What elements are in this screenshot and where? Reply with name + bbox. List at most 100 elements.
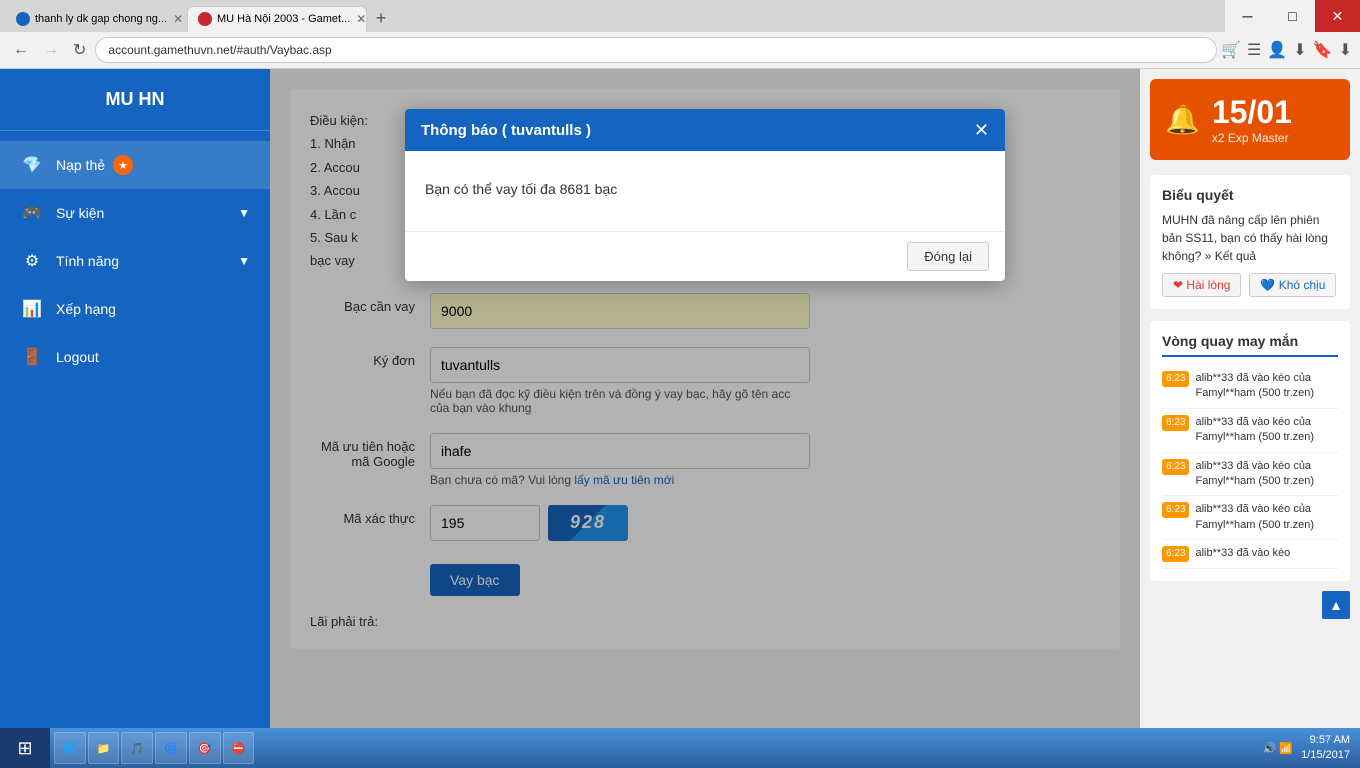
sidebar-logout-label: Logout [56,349,99,365]
lucky-badge-2: 6:23 [1162,415,1189,431]
su-kien-arrow: ▼ [238,206,250,220]
main-layout: MU HN 💎 Nạp thẻ ★ 🎮 Sự kiện ▼ ⚙ Tính năn… [0,69,1360,729]
modal-title: Thông báo ( tuvantulls ) [421,122,591,139]
lucky-text-5: alib**33 đã vào kéo [1195,546,1290,561]
add-tab-button[interactable]: + [369,7,393,31]
forward-button[interactable]: → [38,39,64,61]
modal: Thông báo ( tuvantulls ) ✕ Bạn có thể va… [405,109,1005,281]
lucky-text-4: alib**33 đã vào kéo của Famyl**ham (500 … [1195,502,1338,533]
close-button[interactable]: ✕ [1315,0,1360,32]
ranking-icon: 📊 [20,297,44,321]
taskbar-item-2[interactable]: 📁 [88,732,120,764]
nav-bar: ← → ↻ 🛒 ☰ 👤 ⬇ 🔖 ⬇ [0,32,1360,68]
list-item: 6:23 alib**33 đã vào kéo của Famyl**ham … [1162,496,1338,540]
modal-overlay: Thông báo ( tuvantulls ) ✕ Bạn có thể va… [270,69,1140,729]
list-item: 6:23 alib**33 đã vào kéo của Famyl**ham … [1162,409,1338,453]
sidebar-item-tinh-nang[interactable]: ⚙ Tính năng ▼ [0,237,270,285]
tab-1-label: thanh ly dk gap chong ng... [35,13,167,25]
modal-x-button[interactable]: ✕ [974,121,989,139]
lucky-text-2: alib**33 đã vào kéo của Famyl**ham (500 … [1195,415,1338,446]
reload-button[interactable]: ↻ [68,38,91,62]
promo-label: x2 Exp Master [1212,131,1292,145]
diamond-icon: 💎 [20,153,44,177]
promo-icon: 🔔 [1165,103,1200,136]
cart-icon[interactable]: 🛒 [1221,40,1241,60]
tab-bar: ─ □ ✕ thanh ly dk gap chong ng... ✕ MU H… [0,0,1360,32]
taskbar: ⊞ 🌐 📁 🎵 🌀 🎯 ⛔ 🔊 📶 9:57 AM 1/15/2017 [0,728,1360,768]
promo-card: 🔔 15/01 x2 Exp Master [1150,79,1350,160]
modal-body: Bạn có thể vay tối đa 8681 bạc [405,151,1005,231]
taskbar-item-1[interactable]: 🌐 [54,732,86,764]
lucky-badge-3: 6:23 [1162,459,1189,475]
modal-message: Bạn có thể vay tối đa 8681 bạc [425,181,985,197]
sidebar-xep-hang-label: Xếp hạng [56,301,116,317]
sidebar: MU HN 💎 Nạp thẻ ★ 🎮 Sự kiện ▼ ⚙ Tính năn… [0,69,270,729]
poll-card: Biểu quyết MUHN đã nâng cấp lên phiên bả… [1150,175,1350,309]
sidebar-item-xep-hang[interactable]: 📊 Xếp hạng [0,285,270,333]
taskbar-tray: 🔊 📶 9:57 AM 1/15/2017 [1253,733,1360,764]
logout-icon: 🚪 [20,345,44,369]
taskbar-time: 9:57 AM 1/15/2017 [1301,733,1350,764]
download-icon[interactable]: ⬇ [1339,40,1352,60]
tab-2[interactable]: MU Hà Nội 2003 - Gamet... ✕ [187,6,367,32]
list-item: 6:23 alib**33 đã vào kéo của Famyl**ham … [1162,365,1338,409]
start-button[interactable]: ⊞ [0,728,50,768]
tab-2-label: MU Hà Nội 2003 - Gamet... [217,13,350,25]
lucky-title: Vòng quay may mắn [1162,333,1338,357]
settings-icon: ⚙ [20,249,44,273]
taskbar-item-4[interactable]: 🌀 [155,732,187,764]
list-item: 6:23 alib**33 đã vào kéo của Famyl**ham … [1162,453,1338,497]
dong-lai-button[interactable]: Đóng lại [907,242,989,271]
user-icon[interactable]: 👤 [1267,40,1287,60]
minimize-button[interactable]: ─ [1225,0,1270,32]
list-item: 6:23 alib**33 đã vào kéo [1162,540,1338,569]
browser-chrome: ─ □ ✕ thanh ly dk gap chong ng... ✕ MU H… [0,0,1360,69]
taskbar-item-3[interactable]: 🎵 [121,732,153,764]
tab-2-close[interactable]: ✕ [356,12,366,26]
poll-title: Biểu quyết [1162,187,1338,203]
nav-icons: 🛒 ☰ 👤 ⬇ 🔖 ⬇ [1221,40,1352,60]
window-controls: ─ □ ✕ [1225,0,1360,32]
poll-text: MUHN đã nâng cấp lên phiên bản SS11, bạn… [1162,211,1338,265]
filter-icon[interactable]: ☰ [1247,40,1261,60]
promo-info: 15/01 x2 Exp Master [1212,94,1292,145]
modal-footer: Đóng lại [405,231,1005,281]
back-button[interactable]: ← [8,39,34,61]
lucky-badge-5: 6:23 [1162,546,1189,562]
sidebar-item-su-kien[interactable]: 🎮 Sự kiện ▼ [0,189,270,237]
nap-the-badge: ★ [113,155,133,175]
sidebar-item-logout[interactable]: 🚪 Logout [0,333,270,381]
taskbar-item-5[interactable]: 🎯 [189,732,221,764]
poll-sad-button[interactable]: 💙 Khó chịu [1249,273,1336,297]
poll-love-button[interactable]: ❤ Hài lòng [1162,273,1241,297]
lucky-text-3: alib**33 đã vào kéo của Famyl**ham (500 … [1195,459,1338,490]
address-bar[interactable] [95,37,1217,63]
sidebar-tinh-nang-label: Tính năng [56,253,119,269]
lucky-text-1: alib**33 đã vào kéo của Famyl**ham (500 … [1195,371,1338,402]
sidebar-item-nap-the[interactable]: 💎 Nạp thẻ ★ [0,141,270,189]
sidebar-su-kien-label: Sự kiện [56,205,104,221]
tray-icons: 🔊 📶 [1263,742,1293,755]
lucky-badge-4: 6:23 [1162,502,1189,518]
right-panel: 🔔 15/01 x2 Exp Master Biểu quyết MUHN đã… [1140,69,1360,729]
taskbar-items: 🌐 📁 🎵 🌀 🎯 ⛔ [50,732,1253,764]
modal-header: Thông báo ( tuvantulls ) ✕ [405,109,1005,151]
tab-1-favicon [16,12,30,26]
promo-date: 15/01 [1212,94,1292,131]
sidebar-logo: MU HN [0,79,270,131]
poll-actions: ❤ Hài lòng 💙 Khó chịu [1162,273,1338,297]
arrow-down-icon[interactable]: ⬇ [1293,40,1306,60]
tab-1-close[interactable]: ✕ [173,12,183,26]
tab-2-favicon [198,12,212,26]
taskbar-item-6[interactable]: ⛔ [223,732,255,764]
content-area: Điều kiện: 1. Nhận 2. Accou 3. Accou 4. … [270,69,1140,729]
sidebar-nap-the-label: Nạp thẻ [56,157,105,173]
scroll-to-top-button[interactable]: ▲ [1322,591,1350,619]
bookmark-icon[interactable]: 🔖 [1313,40,1333,60]
event-icon: 🎮 [20,201,44,225]
tinh-nang-arrow: ▼ [238,254,250,268]
tab-1[interactable]: thanh ly dk gap chong ng... ✕ [5,6,185,32]
lucky-card: Vòng quay may mắn 6:23 alib**33 đã vào k… [1150,321,1350,581]
maximize-button[interactable]: □ [1270,0,1315,32]
lucky-badge-1: 6:23 [1162,371,1189,387]
